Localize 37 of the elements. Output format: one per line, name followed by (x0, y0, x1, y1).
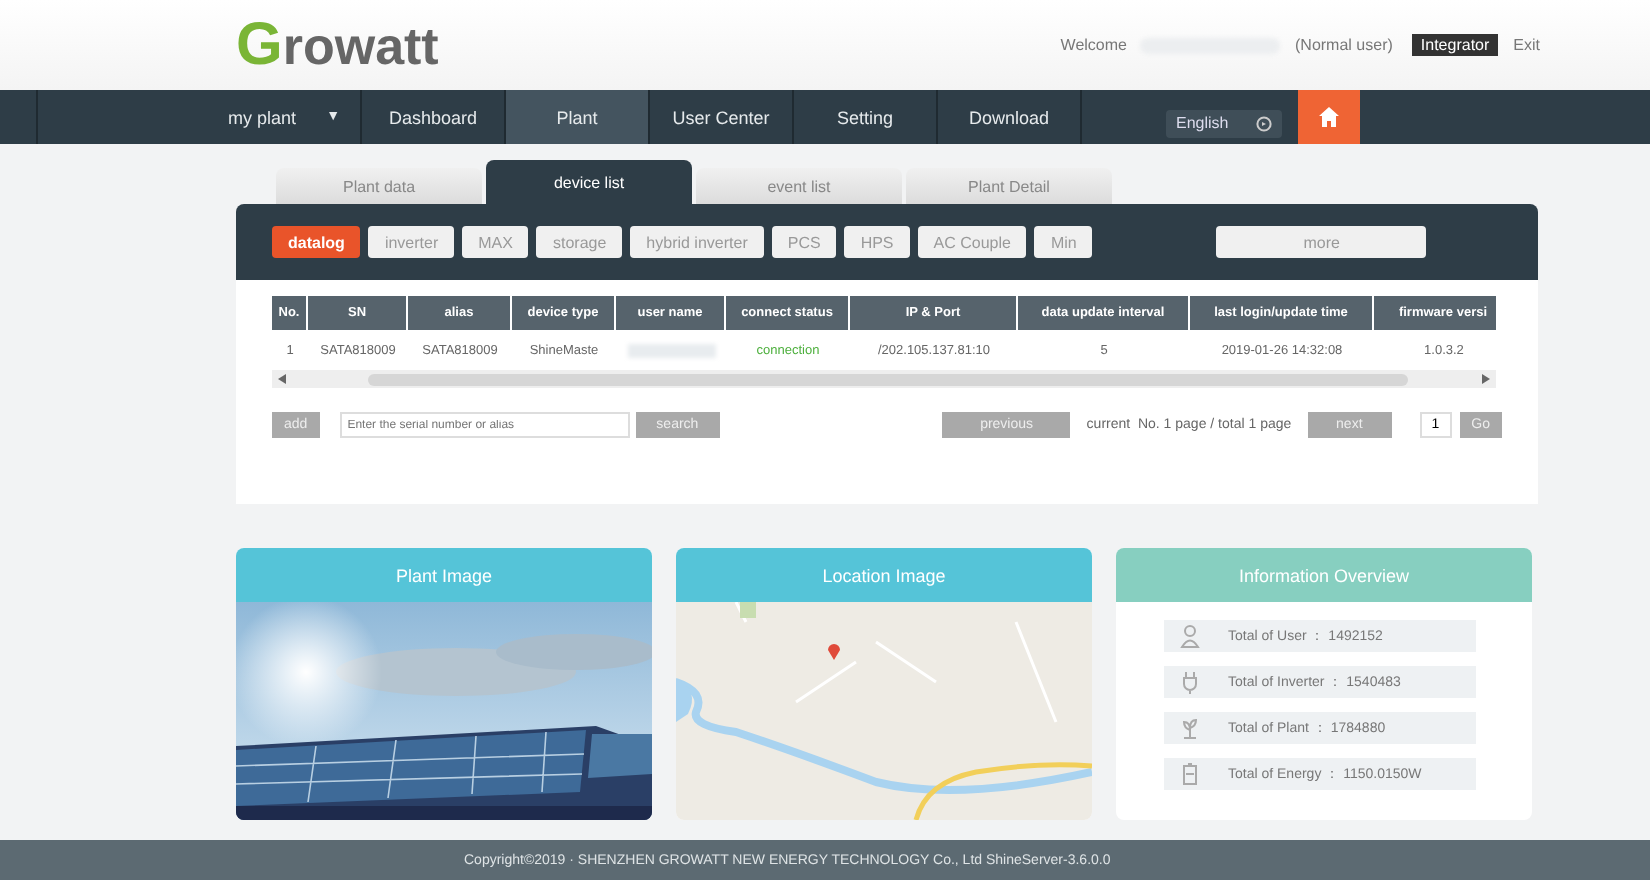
device-type-button[interactable]: PCS (771, 226, 837, 258)
device-type-button[interactable]: storage (536, 226, 623, 258)
role-badge: Integrator (1412, 34, 1498, 56)
scroll-left-icon (278, 374, 286, 384)
device-type-button[interactable]: datalog (272, 226, 361, 258)
device-type-button[interactable]: hybrid inverter (630, 226, 764, 258)
device-type-button[interactable]: MAX (462, 226, 529, 258)
tab[interactable]: device list (486, 160, 692, 204)
plant-icon (1180, 716, 1200, 740)
exit-link[interactable]: Exit (1513, 36, 1540, 54)
plug-icon (1180, 670, 1200, 694)
nav-item[interactable]: User Center (648, 90, 792, 144)
tab[interactable]: event list (696, 168, 902, 204)
user-role: (Normal user) (1295, 36, 1393, 54)
card-title: Information Overview (1116, 548, 1532, 602)
scroll-right-icon (1482, 374, 1490, 384)
battery-icon (1180, 762, 1200, 786)
language-select[interactable]: English (1166, 109, 1283, 137)
logo: Growatt (236, 11, 439, 79)
home-icon (1318, 106, 1341, 128)
home-button[interactable] (1298, 90, 1361, 144)
nav-item[interactable]: Setting (792, 90, 936, 144)
device-type-button[interactable]: AC Couple (917, 226, 1027, 258)
nav-item[interactable]: Download (936, 90, 1080, 144)
welcome-text: Welcome (1060, 36, 1127, 54)
tab[interactable]: Plant data (276, 168, 482, 204)
user-icon (1180, 624, 1200, 648)
card-title: Plant Image (236, 548, 652, 602)
horizontal-scrollbar[interactable] (272, 370, 1496, 388)
device-type-button[interactable]: inverter (368, 226, 455, 258)
device-type-button[interactable]: HPS (844, 226, 910, 258)
tab[interactable]: Plant Detail (906, 168, 1112, 204)
dropdown-icon (1256, 115, 1273, 131)
card-title: Location Image (676, 548, 1092, 602)
device-type-button[interactable]: Min (1034, 226, 1093, 258)
device-type-button[interactable]: more (1216, 226, 1427, 258)
nav-item[interactable]: Plant (504, 90, 648, 144)
